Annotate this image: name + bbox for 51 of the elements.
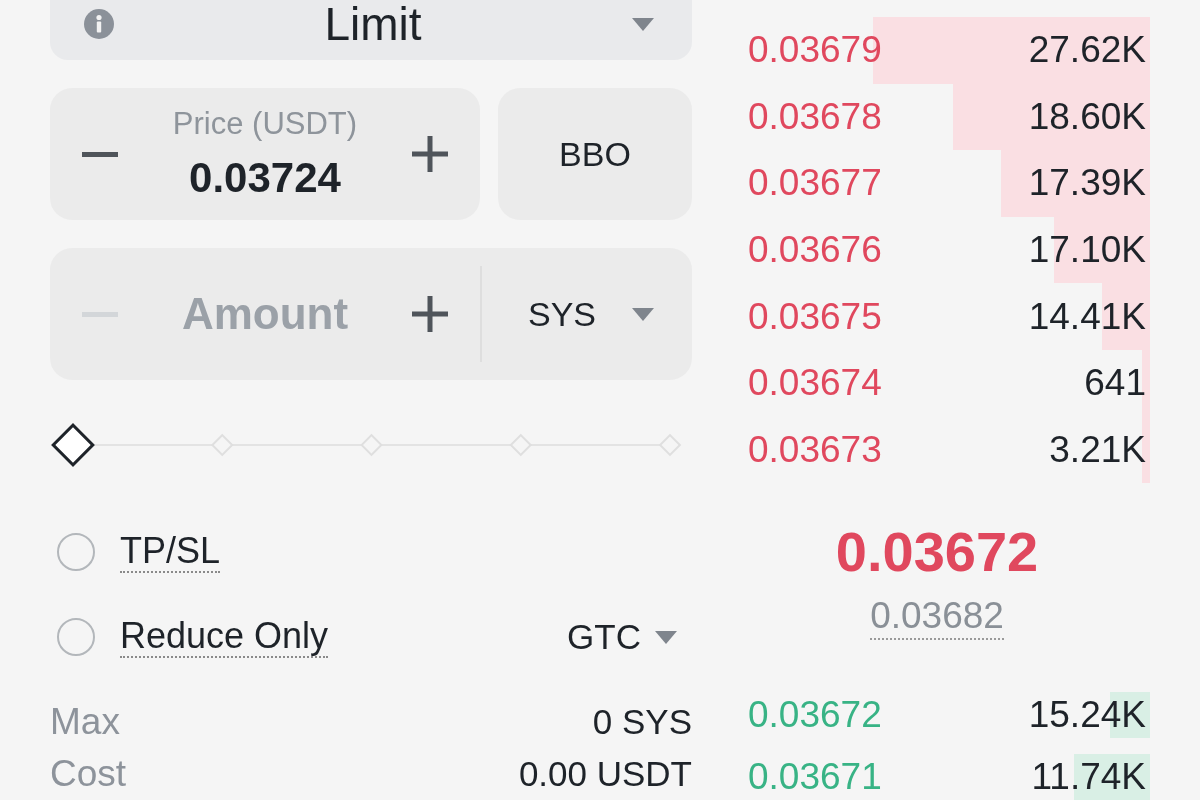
summary-value: 0 SYS: [592, 702, 692, 742]
radio-button[interactable]: [57, 618, 95, 656]
price-level: 0.03674: [748, 363, 882, 404]
bbo-button[interactable]: BBO: [498, 88, 692, 220]
plus-icon[interactable]: [412, 296, 448, 332]
summary-label: Max: [50, 702, 120, 742]
order-book-row[interactable]: 0.03673 3.21K: [748, 416, 1150, 484]
price-level: 0.03673: [748, 429, 882, 470]
option-label[interactable]: TP/SL: [120, 531, 221, 573]
info-icon[interactable]: [84, 9, 114, 39]
caret-icon: [655, 630, 677, 644]
order-book-row[interactable]: 0.03675 14.41K: [748, 283, 1150, 350]
last-price: 0.03672: [835, 520, 1039, 585]
order-book-row[interactable]: 0.03677 17.39K: [748, 150, 1150, 217]
unit-dropdown[interactable]: SYS: [482, 294, 692, 334]
order-quantity: 18.60K: [1028, 96, 1146, 137]
radio-button[interactable]: [57, 533, 95, 571]
price-level: 0.03672: [748, 695, 882, 736]
order-book-row[interactable]: 0.03674 641: [748, 349, 1150, 417]
price-level: 0.03675: [748, 296, 882, 337]
price-level: 0.03671: [748, 757, 882, 798]
order-quantity: 14.41K: [1028, 296, 1146, 337]
order-book-row[interactable]: 0.03676 17.10K: [748, 216, 1150, 284]
amount-input[interactable]: Amount: [165, 289, 365, 339]
summary-value: 0.00 USDT: [518, 754, 692, 794]
order-quantity: 3.21K: [1049, 429, 1146, 470]
caret-icon: [632, 307, 654, 321]
order-quantity: 11.74K: [1031, 757, 1146, 798]
order-quantity: 15.24K: [1028, 695, 1146, 736]
order-quantity: 17.39K: [1028, 163, 1146, 204]
minus-icon[interactable]: [82, 151, 118, 157]
order-type-dropdown[interactable]: Limit: [50, 0, 692, 60]
price-level: 0.03676: [748, 230, 882, 271]
order-book-row[interactable]: 0.03679 27.62K: [748, 17, 1150, 84]
order-quantity: 641: [1084, 363, 1146, 404]
order-book-row[interactable]: 0.03672 15.24K: [748, 692, 1150, 739]
price-level: 0.03678: [748, 96, 882, 137]
price-input[interactable]: 0.03724: [165, 155, 365, 201]
summary-label: Cost: [50, 754, 127, 794]
price-level: 0.03679: [748, 30, 882, 71]
option-label[interactable]: Reduce Only: [120, 616, 329, 658]
order-book-row[interactable]: 0.03678 18.60K: [748, 83, 1150, 151]
caret-icon: [632, 17, 654, 31]
plus-icon[interactable]: [412, 136, 448, 172]
order-quantity: 27.62K: [1028, 30, 1146, 71]
order-book-row[interactable]: 0.03671 11.74K: [748, 754, 1150, 800]
order-quantity: 17.10K: [1028, 230, 1146, 271]
price-label: Price (USDT): [172, 107, 358, 141]
slider-track[interactable]: [51, 423, 682, 467]
price-level: 0.03677: [748, 163, 882, 204]
time-in-force-dropdown[interactable]: GTC: [567, 602, 692, 672]
